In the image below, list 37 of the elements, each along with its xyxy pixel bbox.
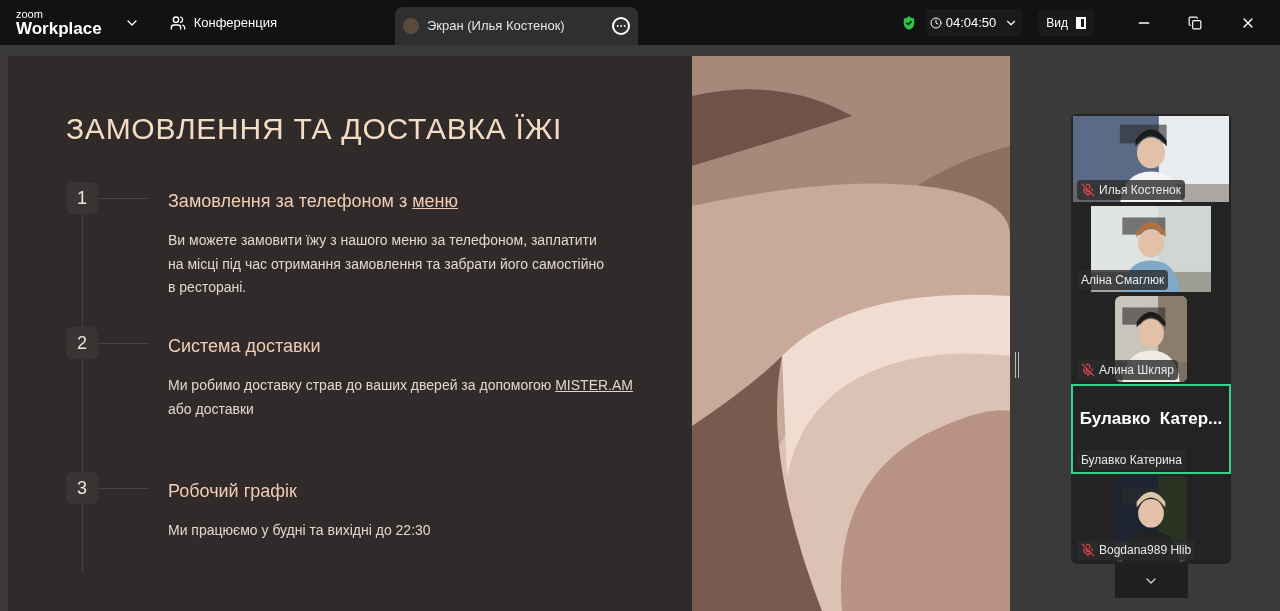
tab-title: Экран (Илья Костенок) <box>426 17 565 36</box>
step-number: 3 <box>66 472 98 504</box>
link[interactable]: MISTER.AM <box>555 377 633 393</box>
step-number: 1 <box>66 182 98 214</box>
participant-display-name: Булавко Катер... <box>1079 408 1223 431</box>
people-icon <box>169 14 186 31</box>
view-button[interactable]: Вид <box>1038 9 1094 36</box>
participant-name: Алина Шкляр <box>1099 362 1174 379</box>
timer-button[interactable]: 04:04:50 <box>925 8 1023 37</box>
step-description: Ми робимо доставку страв до ваших дверей за допомогою MISTER.AM або доставки <box>168 376 633 419</box>
meeting-button[interactable]: Конференция <box>169 12 277 33</box>
layout-icon <box>1076 16 1086 29</box>
participant-tile[interactable]: Булавко Катер... Булавко Катерина <box>1071 384 1231 474</box>
participant-tile[interactable]: Илья Костенок <box>1071 114 1231 204</box>
avatar-icon <box>402 18 419 34</box>
participant-tile[interactable]: Аліна Смаглюк <box>1071 204 1231 294</box>
participant-tile[interactable]: Bogdana989 Hlib <box>1071 474 1231 564</box>
step-number: 2 <box>66 327 98 359</box>
participant-name: Илья Костенок <box>1099 182 1181 199</box>
step-description: Ми працюємо у будні та вихідні до 22:30 <box>168 521 431 540</box>
link[interactable]: меню <box>412 191 459 211</box>
logo-text: zoom <box>16 8 44 20</box>
step-title: Замовлення за телефоном з меню <box>168 190 460 213</box>
step-title: Робочий графік <box>168 480 298 503</box>
participant-name: Аліна Смаглюк <box>1081 272 1165 289</box>
logo-text: Workplace <box>16 19 102 37</box>
step-description: Ви можете замовити їжу з нашого меню за телефоном, заплатити на місці під час отримання замовлення та забрати його самостійно в ресторані. <box>168 231 605 297</box>
more-icon[interactable] <box>611 17 630 35</box>
participant-tile[interactable]: Алина Шкляр <box>1071 294 1231 384</box>
participant-name: Булавко Катерина <box>1081 452 1182 469</box>
participant-name: Bogdana989 Hlib <box>1099 542 1192 559</box>
restore-icon[interactable] <box>1188 15 1202 30</box>
share-tab[interactable]: Экран (Илья Костенок) <box>394 7 638 45</box>
step-title: Система доставки <box>168 335 322 358</box>
resize-handle[interactable] <box>1015 352 1019 378</box>
slide-title: ЗАМОВЛЕННЯ ТА ДОСТАВКА ЇЖІ <box>66 114 564 144</box>
clock-icon <box>929 16 942 29</box>
